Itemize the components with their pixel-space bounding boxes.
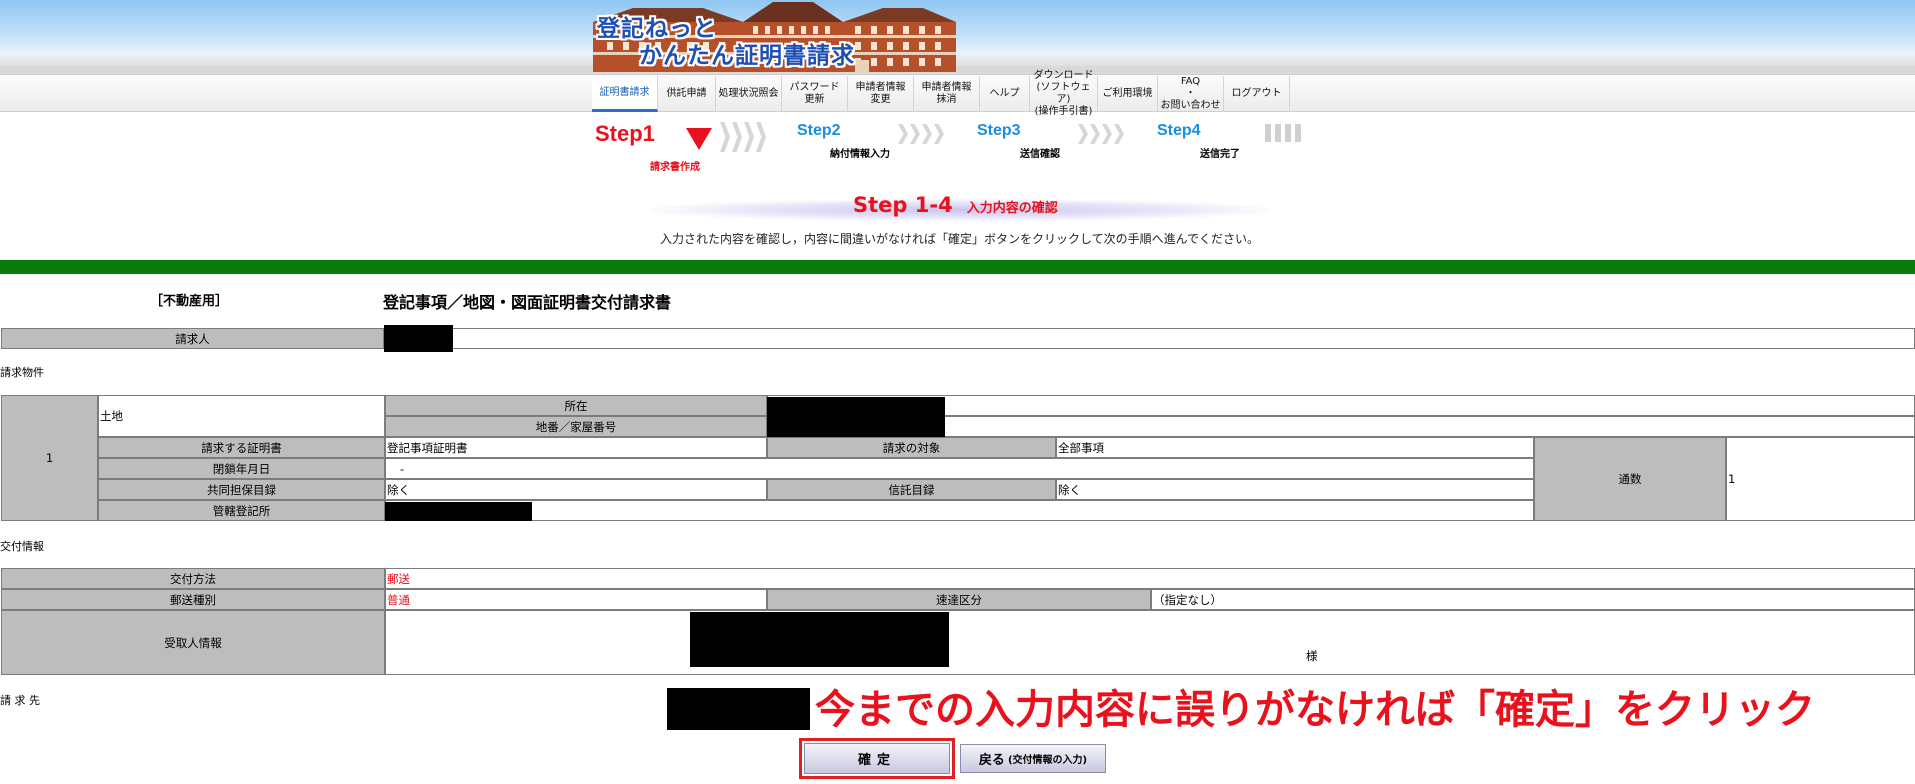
property-type: 土地 [98,395,385,437]
nav-applicant-change[interactable]: 申請者情報 変更 [848,76,914,112]
joint-collateral-value: 除く [385,479,767,500]
step4-label: Step4 [1157,122,1201,139]
recipient-value: 様 [385,610,1915,675]
redacted-destination [667,688,810,730]
step1-label: Step1 [595,121,655,146]
step2-label: Step2 [797,122,841,139]
nav-status-inquiry[interactable]: 処理状況照会 [716,76,782,112]
nav-help[interactable]: ヘルプ [980,76,1030,112]
requester-value [384,328,1915,349]
substep-title: 入力内容の確認 [966,201,1058,216]
express-value: （指定なし） [1151,589,1915,610]
step4-caption: 送信完了 [1200,149,1240,160]
request-target-label: 請求の対象 [767,437,1056,458]
lot-number-label: 地番／家屋番号 [385,416,767,437]
item-number: 1 [1,395,98,521]
substep-number: Step 1-4 [853,193,953,217]
delivery-method-value: 郵送 [385,568,1915,589]
step-chevron-icon [720,122,768,152]
header-background [0,0,1915,68]
logo-line1: 登記ねっと [597,16,717,42]
certificate-type-value: 登記事項証明書 [385,437,767,458]
confirm-button-label: 確定 [804,743,950,774]
page-subheading: Step 1-4 入力内容の確認 [853,193,1058,217]
recipient-label: 受取人情報 [1,610,385,675]
certificate-type-label: 請求する証明書 [98,437,385,458]
delivery-section-label: 交付情報 [0,540,44,553]
copies-value: 1 [1726,437,1915,521]
site-logo-text: 登記ねっと かんたん証明書請求 [597,16,867,70]
page: 登記ねっと かんたん証明書請求 証明書請求 供託申請 処理状況照会 パスワード … [0,0,1915,784]
closing-date-value: - [385,458,1534,479]
redacted-location [767,397,945,437]
nav-applicant-delete[interactable]: 申請者情報 抹消 [914,76,980,112]
request-target-value: 全部事項 [1056,437,1534,458]
nav-faq-contact[interactable]: FAQ ・ お問い合わせ [1158,76,1224,112]
requester-label: 請求人 [1,328,384,349]
destination-label: 請 求 先 [0,694,40,707]
step-end-bars-icon [1265,124,1305,142]
nav-certificate-request[interactable]: 証明書請求 [592,76,658,112]
nav-logout[interactable]: ログアウト [1224,76,1290,112]
current-step-marker-icon [686,128,712,150]
delivery-method-label: 交付方法 [1,568,385,589]
step-chevron-icon [1078,124,1126,154]
step2-caption: 納付情報入力 [830,149,890,160]
location-label: 所在 [385,395,767,416]
nav-password-update[interactable]: パスワード 更新 [782,76,848,112]
department-label: ［不動産用］ [150,294,229,309]
logo-line2: かんたん証明書請求 [639,43,855,69]
back-button-label: 戻る [978,753,1005,768]
nav-deposit-application[interactable]: 供託申請 [658,76,716,112]
mail-type-label: 郵送種別 [1,589,385,610]
redacted-registry-office [385,502,532,521]
redacted-requester [384,325,453,352]
instruction-annotation: 今までの入力内容に誤りがなければ「確定」をクリック [815,688,1815,732]
redacted-recipient [690,612,949,667]
express-label: 速達区分 [767,589,1151,610]
header-band [0,66,1915,74]
form-title: 登記事項／地図・図面証明書交付請求書 [383,293,672,312]
joint-collateral-label: 共同担保目録 [98,479,385,500]
property-section-label: 請求物件 [0,366,44,379]
nav-download[interactable]: ダウンロード (ソフトウェア) (操作手引書) [1030,70,1098,117]
step1-caption: 請求書作成 [650,162,700,173]
honorific-text: 様 [1306,649,1318,663]
step3-caption: 送信確認 [1020,149,1060,160]
registry-office-label: 管轄登記所 [98,500,385,521]
step3-label: Step3 [977,122,1021,139]
divider-bar [0,260,1915,274]
back-button-sublabel: (交付情報の入力) [1007,755,1088,766]
mail-type-value: 普通 [385,589,767,610]
instruction-text: 入力された内容を確認し，内容に間違いがなければ「確定」ボタンをクリックして次の手… [660,232,1260,246]
copies-label: 通数 [1534,437,1726,521]
trust-list-label: 信託目録 [767,479,1056,500]
nav-environment[interactable]: ご利用環境 [1098,76,1158,112]
back-button[interactable]: 戻る (交付情報の入力) [960,744,1106,773]
closing-date-label: 閉鎖年月日 [98,458,385,479]
confirm-button[interactable]: 確定 [799,738,955,779]
step-chevron-icon [898,124,946,154]
registry-office-value [385,500,1534,521]
main-nav: 証明書請求 供託申請 処理状況照会 パスワード 更新 申請者情報 変更 申請者情… [592,70,1290,117]
trust-list-value: 除く [1056,479,1534,500]
